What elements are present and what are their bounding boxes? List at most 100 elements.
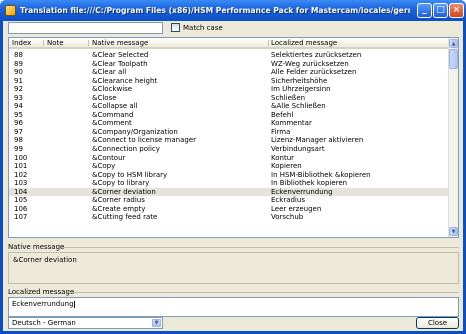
- cell-localized-message: &Alle Schließen: [271, 102, 326, 111]
- cell-native-message: &Create empty: [92, 204, 146, 213]
- cell-index: 89: [14, 59, 23, 68]
- cell-localized-message: Im Uhrzeigersinn: [271, 85, 331, 94]
- cell-index: 101: [14, 162, 28, 171]
- maximize-button[interactable]: □: [433, 3, 448, 18]
- cell-native-message: &Corner deviation: [92, 187, 156, 196]
- cell-localized-message: Vorschub: [271, 213, 304, 222]
- text-caret: [73, 300, 75, 308]
- cell-localized-message: Kontur: [271, 153, 295, 162]
- column-header-localized[interactable]: Localized message: [268, 38, 450, 48]
- cell-native-message: &Clearance height: [92, 76, 158, 85]
- cell-localized-message: Schließen: [271, 93, 306, 102]
- cell-native-message: &Clear all: [92, 68, 127, 77]
- cell-index: 91: [14, 76, 23, 85]
- cell-native-message: &Comment: [92, 119, 132, 128]
- table-row[interactable]: 95 &Command Befehl: [9, 111, 450, 120]
- column-header-index[interactable]: Index: [9, 38, 44, 48]
- minimize-button[interactable]: _: [417, 3, 432, 18]
- table-row[interactable]: 100 &Contour Kontur: [9, 154, 450, 163]
- cell-index: 102: [14, 170, 28, 179]
- language-selected-value: Deutsch - German: [12, 319, 76, 327]
- cell-native-message: &Cutting feed rate: [92, 213, 158, 222]
- scroll-down-icon[interactable]: ▼: [449, 227, 458, 236]
- translation-window: Translation file:///C:/Program Files (x8…: [0, 0, 466, 334]
- cell-native-message: &Contour: [92, 153, 126, 162]
- cell-localized-message: Eckenverrundung: [271, 187, 333, 196]
- cell-native-message: &Close: [92, 93, 117, 102]
- cell-native-message: &Clear Toolpath: [92, 59, 148, 68]
- cell-native-message: &Collapse all: [92, 102, 138, 111]
- cell-index: 99: [14, 145, 23, 154]
- cell-index: 103: [14, 179, 28, 188]
- native-message-label: Native message: [8, 243, 65, 251]
- cell-native-message: &Copy to library: [92, 179, 150, 188]
- cell-index: 104: [14, 187, 28, 196]
- table-row[interactable]: 98 &Connect to license manager Lizenz-Mana…: [9, 136, 450, 145]
- cell-localized-message: WZ-Weg zurücksetzen: [271, 59, 349, 68]
- match-case-label: Match case: [183, 24, 223, 32]
- localized-message-label: Localized message: [8, 288, 75, 296]
- cell-native-message: &Corner radius: [92, 196, 145, 205]
- table-row[interactable]: 89 &Clear Toolpath WZ-Weg zurücksetzen: [9, 60, 450, 69]
- chevron-down-icon[interactable]: ▼: [152, 319, 161, 327]
- cell-localized-message: Kommentar: [271, 119, 312, 128]
- cell-native-message: &Connection policy: [92, 145, 160, 154]
- table-row[interactable]: 97 &Company/Organization Firma: [9, 128, 450, 137]
- cell-native-message: &Clear Selected: [92, 51, 149, 59]
- table-row[interactable]: 106 &Create empty Leer erzeugen: [9, 205, 450, 214]
- table-header: Index Note Native message Localized mess…: [9, 38, 450, 49]
- cell-index: 88: [14, 51, 23, 59]
- cell-index: 98: [14, 136, 23, 145]
- search-input[interactable]: [8, 22, 163, 34]
- table-row[interactable]: 105 &Corner radius Eckradius: [9, 196, 450, 205]
- table-row[interactable]: 96 &Comment Kommentar: [9, 119, 450, 128]
- table-row[interactable]: 102 &Copy to HSM library In HSM-Bibliothek…: [9, 171, 450, 180]
- table-rows: 88 &Clear Selected Selektiertes zurücksetz…: [9, 51, 450, 222]
- close-icon: ×: [452, 5, 461, 15]
- scroll-up-icon[interactable]: ▲: [449, 39, 458, 48]
- table-row[interactable]: 91 &Clearance height Sicherheitshöhe: [9, 77, 450, 86]
- vertical-scrollbar[interactable]: ▲ ▼: [448, 38, 458, 237]
- cell-native-message: &Company/Organization: [92, 127, 178, 136]
- cell-index: 92: [14, 85, 23, 94]
- cell-index: 97: [14, 127, 23, 136]
- cell-localized-message: Verbindungsart: [271, 145, 325, 154]
- table-row[interactable]: 104 &Corner deviation Eckenverrundung: [9, 187, 450, 197]
- native-label-divider: [61, 247, 459, 248]
- cell-localized-message: Leer erzeugen: [271, 204, 322, 213]
- table-row[interactable]: 101 &Copy Kopieren: [9, 162, 450, 171]
- window-title: Translation file:///C:/Program Files (x8…: [20, 6, 410, 15]
- language-select[interactable]: Deutsch - German ▼: [8, 317, 163, 329]
- table-row[interactable]: 93 &Close Schließen: [9, 94, 450, 103]
- table-row[interactable]: 88 &Clear Selected Selektiertes zurücksetz…: [9, 51, 450, 60]
- table-row[interactable]: 107 &Cutting feed rate Vorschub: [9, 213, 450, 222]
- table-row[interactable]: 90 &Clear all Alle Felder zurücksetzen: [9, 68, 450, 77]
- column-header-note[interactable]: Note: [44, 38, 89, 48]
- table-row[interactable]: 99 &Connection policy Verbindungsart: [9, 145, 450, 154]
- title-bar[interactable]: Translation file:///C:/Program Files (x8…: [0, 0, 466, 21]
- cell-localized-message: In Bibliothek kopieren: [271, 179, 348, 188]
- close-window-button[interactable]: ×: [449, 3, 464, 18]
- cell-index: 105: [14, 196, 28, 205]
- close-button[interactable]: Close: [416, 317, 459, 329]
- localized-label-divider: [69, 292, 459, 293]
- localized-message-field[interactable]: Eckenverrundung: [8, 297, 459, 317]
- cell-index: 107: [14, 213, 28, 222]
- messages-table: Index Note Native message Localized mess…: [8, 37, 459, 238]
- cell-localized-message: Alle Felder zurücksetzen: [271, 68, 357, 77]
- dialog-client: Match case Index Note Native message Loc…: [3, 21, 463, 331]
- cell-native-message: &Clockwise: [92, 85, 133, 94]
- cell-native-message: &Copy: [92, 162, 116, 171]
- match-case-checkbox[interactable]: [171, 23, 180, 32]
- table-row[interactable]: 94 &Collapse all &Alle Schließen: [9, 102, 450, 111]
- native-message-text: &Corner deviation: [13, 256, 77, 264]
- native-message-display: &Corner deviation: [8, 252, 459, 284]
- table-row[interactable]: 103 &Copy to library In Bibliothek kopiere…: [9, 179, 450, 188]
- cell-localized-message: Sicherheitshöhe: [271, 76, 328, 85]
- table-row[interactable]: 92 &Clockwise Im Uhrzeigersinn: [9, 85, 450, 94]
- scroll-thumb[interactable]: [449, 49, 458, 69]
- cell-native-message: &Copy to HSM library: [92, 170, 168, 179]
- column-header-native[interactable]: Native message: [89, 38, 269, 48]
- cell-index: 106: [14, 204, 28, 213]
- cell-index: 100: [14, 153, 28, 162]
